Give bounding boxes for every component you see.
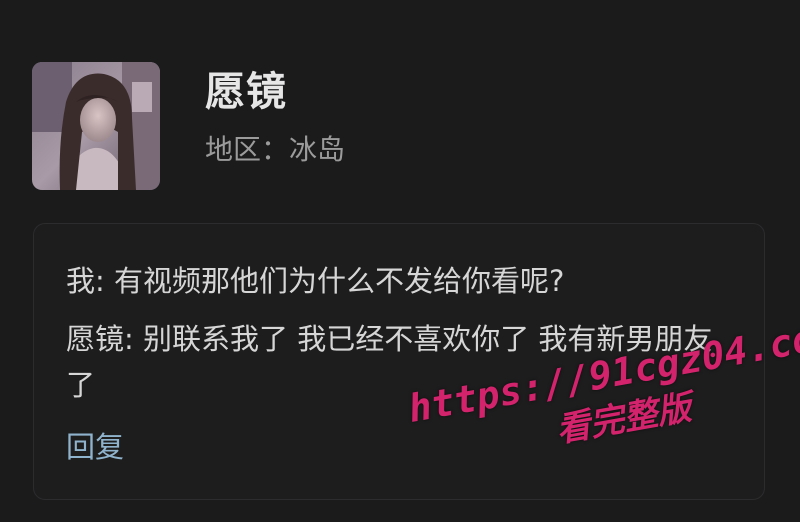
message-mine: 我: 有视频那他们为什么不发给你看呢? [66,264,565,298]
user-name: 愿镜 [205,69,287,115]
message-card: 我: 有视频那他们为什么不发给你看呢? 愿镜: 别联系我了 我已经不喜欢你了 我… [33,223,765,500]
reply-link[interactable]: 回复 [66,424,124,470]
avatar-image [32,62,160,190]
avatar[interactable] [32,62,160,190]
message-reply: 愿镜: 别联系我了 我已经不喜欢你了 我有新男朋友了 [66,322,713,402]
user-region: 地区：冰岛 [205,133,346,166]
